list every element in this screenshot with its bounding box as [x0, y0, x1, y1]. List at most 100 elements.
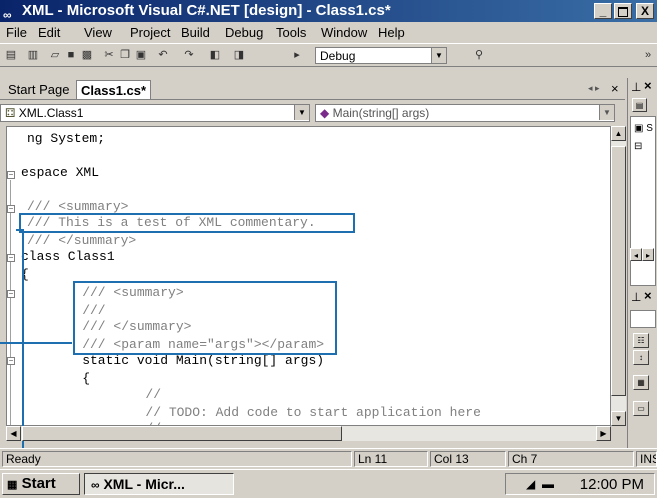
copy-icon[interactable]: ❐ — [118, 48, 132, 62]
paste-icon[interactable]: ▣ — [134, 48, 148, 62]
scroll-up-icon[interactable]: ▲ — [611, 126, 626, 141]
collapse-method-icon[interactable]: − — [7, 357, 15, 365]
menu-build[interactable]: Build — [181, 25, 210, 40]
app-icon: ∞ — [91, 478, 100, 492]
code-line-3: espace XML — [21, 165, 100, 180]
collapse-class-icon[interactable]: − — [7, 254, 15, 262]
title-bar: ∞ XML - Microsoft Visual C#.NET [design]… — [0, 0, 657, 22]
restore-icon — [618, 7, 628, 17]
code-line-17: // TODO: Add code to start application h… — [83, 405, 481, 420]
code-line-7: /// </summary> — [27, 233, 137, 248]
tab-class1[interactable]: Class1.cs* — [76, 80, 152, 99]
taskbar-item-vs[interactable]: ∞ XML - Micr... — [84, 473, 234, 495]
taskbar: ▦ Start ∞ XML - Micr... ◢ ▬ 12:00 PM — [0, 469, 657, 498]
tab-start-page[interactable]: Start Page — [4, 80, 73, 99]
taskbar-item-label: XML - Micr... — [103, 476, 185, 492]
collapse-namespace-icon[interactable]: − — [7, 171, 15, 179]
close-tab-button[interactable]: × — [611, 81, 619, 96]
alphabetical-icon[interactable]: ↕ — [633, 350, 649, 365]
scroll-right-icon[interactable]: ▶ — [596, 426, 611, 441]
start-debug-icon[interactable]: ▸ — [290, 48, 304, 62]
status-char: Ch 7 — [508, 451, 634, 467]
menu-debug[interactable]: Debug — [225, 25, 263, 40]
bookmark-icon[interactable]: ◨ — [232, 48, 246, 62]
scroll-left-icon[interactable]: ◂ — [630, 248, 642, 261]
status-text: Ready — [2, 451, 352, 467]
pin-icon[interactable]: ⊥ — [631, 290, 641, 304]
menu-view[interactable]: View — [84, 25, 112, 40]
scroll-right-icon[interactable]: ▸ — [642, 248, 654, 261]
network-icon[interactable]: ◢ — [526, 477, 535, 491]
new-project-icon[interactable]: ▤ — [4, 48, 18, 62]
collapse-method-summary-icon[interactable]: − — [7, 290, 15, 298]
status-bar: Ready Ln 11 Col 13 Ch 7 INS — [0, 448, 657, 469]
document-tabs: Start Page Class1.cs* ◂ ▸ × — [0, 78, 625, 100]
member-combo[interactable]: ◆ Main(string[] args) ▼ — [315, 104, 615, 122]
chevron-down-icon: ▼ — [294, 105, 309, 120]
navigate-icon[interactable]: ◧ — [208, 48, 222, 62]
code-line-8: class Class1 — [21, 249, 115, 264]
start-label: Start — [21, 475, 56, 492]
method-icon: ◆ — [320, 106, 330, 120]
code-line-15: { — [51, 371, 91, 386]
solution-config-select[interactable]: Debug ▼ — [315, 47, 447, 64]
find-icon[interactable]: ⚲ — [472, 48, 486, 62]
properties-icon[interactable]: ▤ — [632, 98, 647, 112]
navigation-bar: ⚃ XML.Class1 ▼ ◆ Main(string[] args) ▼ — [0, 101, 625, 123]
clock[interactable]: 12:00 PM — [580, 476, 644, 493]
close-panel-button[interactable]: × — [644, 78, 652, 93]
minimize-button[interactable]: _ — [594, 3, 612, 19]
menu-edit[interactable]: Edit — [38, 25, 60, 40]
window-title: XML - Microsoft Visual C#.NET [design] -… — [22, 2, 391, 19]
class-icon: ⚃ — [5, 106, 16, 120]
toolbar-overflow[interactable]: » — [641, 48, 655, 62]
project-icon: ⊟ — [634, 141, 643, 152]
code-editor[interactable]: − − − − − ng System; espace XML /// <sum… — [6, 126, 611, 426]
status-insert-mode: INS — [636, 451, 657, 467]
config-value: Debug — [320, 49, 356, 63]
monitor-icon[interactable]: ▬ — [542, 477, 554, 491]
menu-help[interactable]: Help — [378, 25, 405, 40]
system-tray: ◢ ▬ 12:00 PM — [505, 473, 655, 495]
status-line: Ln 11 — [354, 451, 428, 467]
property-pages-icon[interactable]: ▦ — [633, 375, 649, 390]
cut-icon[interactable]: ✂ — [102, 48, 116, 62]
class-combo-value: XML.Class1 — [18, 106, 84, 120]
code-line-1: ng System; — [27, 131, 106, 146]
scroll-thumb[interactable] — [611, 146, 626, 396]
add-item-icon[interactable]: ▥ — [26, 48, 40, 62]
redo-icon[interactable]: ↷ — [182, 48, 196, 62]
code-line-5: /// <summary> — [27, 199, 129, 214]
vertical-scrollbar[interactable]: ▲ ▼ — [611, 126, 626, 426]
menu-tools[interactable]: Tools — [276, 25, 306, 40]
properties-combo[interactable] — [630, 310, 656, 328]
chevron-down-icon: ▼ — [431, 48, 446, 63]
undo-icon[interactable]: ↶ — [156, 48, 170, 62]
menu-file[interactable]: File — [6, 25, 27, 40]
solution-explorer-panel: ⊥ × ▤ ▣ S ⊟ ◂ ▸ ⊥ × ☷ ↕ ▦ ▭ — [627, 78, 657, 448]
menu-window[interactable]: Window — [321, 25, 367, 40]
hscroll-thumb[interactable] — [22, 426, 342, 441]
scroll-left-icon[interactable]: ◀ — [6, 426, 21, 441]
close-button[interactable]: X — [636, 3, 654, 19]
windows-logo-icon: ▦ — [7, 479, 18, 491]
save-all-icon[interactable]: ▩ — [80, 48, 94, 62]
class-combo[interactable]: ⚃ XML.Class1 ▼ — [0, 104, 310, 122]
horizontal-scrollbar[interactable]: ◀ ▶ — [6, 426, 611, 441]
maximize-button[interactable] — [614, 3, 632, 19]
code-line-14: static void Main(string[] args) — [51, 353, 325, 368]
standard-toolbar: ▤ ▥ ▱ ■ ▩ ✂ ❐ ▣ ↶ ↷ ◧ ◨ ▸ Debug ▼ ⚲ » — [0, 43, 657, 67]
outline-guide — [10, 180, 11, 425]
pin-icon[interactable]: ⊥ — [631, 80, 641, 94]
scroll-down-icon[interactable]: ▼ — [611, 411, 626, 426]
save-icon[interactable]: ■ — [64, 48, 78, 62]
open-file-icon[interactable]: ▱ — [48, 48, 62, 62]
start-button[interactable]: ▦ Start — [2, 473, 80, 495]
categorized-icon[interactable]: ☷ — [633, 333, 649, 348]
collapse-summary-icon[interactable]: − — [7, 205, 15, 213]
menu-project[interactable]: Project — [130, 25, 170, 40]
events-icon[interactable]: ▭ — [633, 401, 649, 416]
app-icon: ∞ — [3, 8, 12, 22]
tab-scroll-icon[interactable]: ◂ ▸ — [588, 83, 600, 94]
close-properties-button[interactable]: × — [644, 288, 652, 303]
